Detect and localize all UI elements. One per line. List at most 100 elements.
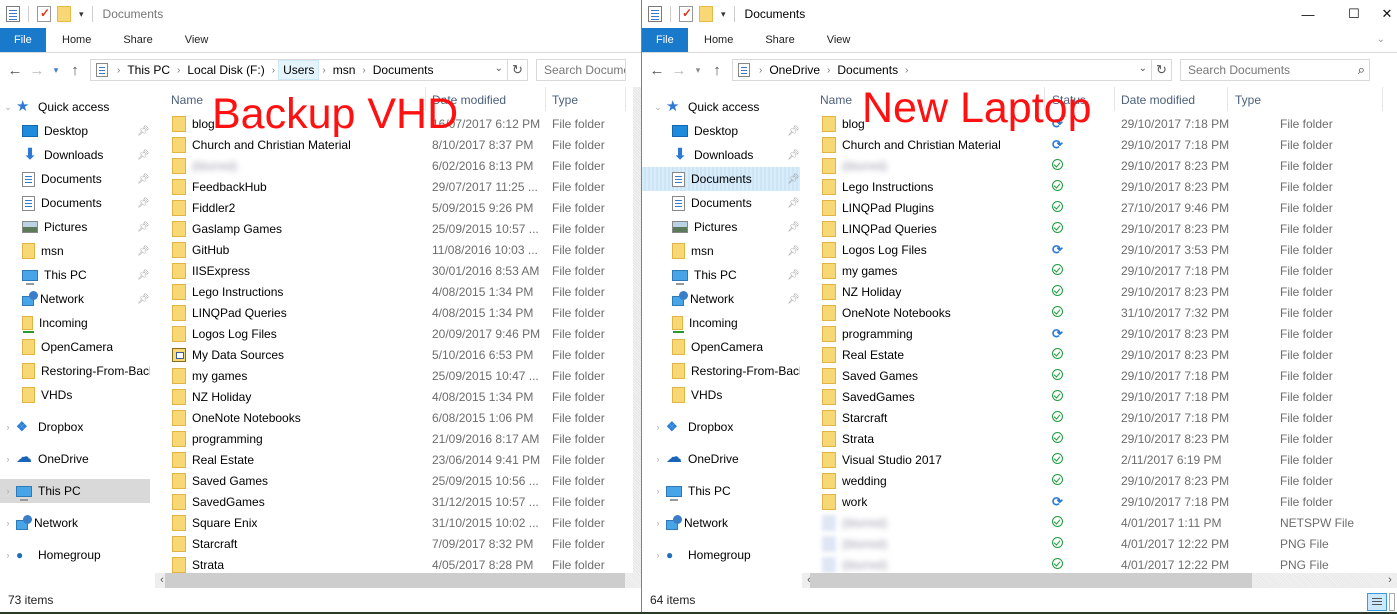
up-arrow-icon[interactable]: ↑	[64, 62, 86, 79]
pin-icon[interactable]: 📌︎	[137, 294, 150, 305]
back-arrow-icon[interactable]: ←	[646, 62, 668, 79]
file-row[interactable]: (blurred) 4/01/2017 12:22 PM PNG File	[812, 533, 1397, 554]
file-row[interactable]: FeedbackHub 29/07/2017 11:25 ... File fo…	[160, 176, 641, 197]
file-row[interactable]: Saved Games 25/09/2015 10:56 ... File fo…	[160, 470, 641, 491]
breadcrumb-separator[interactable]: ›	[269, 65, 278, 76]
horizontal-scrollbar[interactable]: ‹	[155, 573, 641, 588]
column-divider[interactable]	[1044, 87, 1045, 111]
file-row[interactable]: Church and Christian Material 8/10/2017 …	[160, 134, 641, 155]
tab-share[interactable]: Share	[749, 28, 810, 52]
address-bar[interactable]: › This PC › Local Disk (F:) › Users › ms…	[90, 59, 528, 81]
sidebar-item-documents[interactable]: Documents 📌︎	[642, 191, 800, 215]
pin-icon[interactable]: 📌︎	[787, 198, 800, 209]
file-row[interactable]: NZ Holiday 4/08/2015 1:34 PM File folder	[160, 386, 641, 407]
tab-file[interactable]: File	[0, 28, 46, 52]
column-type[interactable]: Type	[1235, 93, 1261, 107]
breadcrumb-separator[interactable]: ›	[824, 65, 833, 76]
breadcrumb-separator[interactable]: ›	[359, 65, 368, 76]
file-row[interactable]: work ⟳ 29/10/2017 7:18 PM File folder	[812, 491, 1397, 512]
file-row[interactable]: (blurred) 4/01/2017 1:11 PM NETSPW File	[812, 512, 1397, 533]
breadcrumb-documents[interactable]: Documents	[369, 60, 438, 80]
vertical-scrollbar[interactable]	[633, 87, 641, 587]
sidebar-item-vhds[interactable]: VHDs	[642, 383, 800, 407]
breadcrumb-separator[interactable]: ›	[756, 65, 765, 76]
refresh-icon[interactable]: ↻	[507, 60, 527, 80]
file-row[interactable]: my games 29/10/2017 7:18 PM File folder	[812, 260, 1397, 281]
pin-icon[interactable]: 📌︎	[137, 198, 150, 209]
column-date-modified[interactable]: Date modified	[432, 93, 506, 107]
expand-chevron-icon[interactable]: ›	[0, 550, 16, 560]
checkmark-icon[interactable]	[37, 6, 51, 22]
sidebar-item-this-pc[interactable]: This PC 📌︎	[0, 263, 150, 287]
sidebar-item-pictures[interactable]: Pictures 📌︎	[642, 215, 800, 239]
sidebar-item-downloads[interactable]: ⬇ Downloads 📌︎	[642, 143, 800, 167]
file-row[interactable]: Church and Christian Material ⟳ 29/10/20…	[812, 134, 1397, 155]
column-name[interactable]: Name	[171, 93, 203, 107]
column-status[interactable]: Status	[1052, 93, 1086, 107]
sidebar-item-network[interactable]: › Network	[642, 511, 800, 535]
sidebar-item-msn[interactable]: msn 📌︎	[0, 239, 150, 263]
pin-icon[interactable]: 📌︎	[137, 126, 150, 137]
file-row[interactable]: blog 16/07/2017 6:12 PM File folder	[160, 113, 641, 134]
file-row[interactable]: Saved Games 29/10/2017 7:18 PM File fold…	[812, 365, 1397, 386]
file-row[interactable]: (blurred) 4/01/2017 12:22 PM PNG File	[812, 554, 1397, 575]
back-arrow-icon[interactable]: ←	[4, 62, 26, 79]
navigation-pane[interactable]: ⌄ ★ Quick access Desktop 📌︎ ⬇ Downloads …	[642, 87, 800, 588]
column-divider[interactable]	[625, 87, 626, 111]
customize-toolbar-dropdown-icon[interactable]: ▾	[79, 9, 84, 20]
file-row[interactable]: SavedGames 29/10/2017 7:18 PM File folde…	[812, 386, 1397, 407]
file-row[interactable]: My Data Sources 5/10/2016 6:53 PM File f…	[160, 344, 641, 365]
file-row[interactable]: programming ⟳ 29/10/2017 8:23 PM File fo…	[812, 323, 1397, 344]
file-row[interactable]: Lego Instructions 4/08/2015 1:34 PM File…	[160, 281, 641, 302]
sidebar-item-onedrive[interactable]: › ☁ OneDrive	[0, 447, 150, 471]
file-row[interactable]: Real Estate 29/10/2017 8:23 PM File fold…	[812, 344, 1397, 365]
file-row[interactable]: Strata 4/05/2017 8:28 PM File folder	[160, 554, 641, 575]
file-row[interactable]: programming 21/09/2016 8:17 AM File fold…	[160, 428, 641, 449]
properties-icon[interactable]	[648, 6, 662, 22]
pin-icon[interactable]: 📌︎	[137, 246, 150, 257]
sidebar-item-incoming[interactable]: Incoming	[642, 311, 800, 335]
sidebar-item-restoring-from-backup[interactable]: Restoring-From-Backup	[0, 359, 150, 383]
sidebar-item-pictures[interactable]: Pictures 📌︎	[0, 215, 150, 239]
file-row[interactable]: OneNote Notebooks 31/10/2017 7:32 PM Fil…	[812, 302, 1397, 323]
collapse-chevron-icon[interactable]: ⌄	[650, 102, 666, 113]
pin-icon[interactable]: 📌︎	[787, 174, 800, 185]
breadcrumb-local-disk[interactable]: Local Disk (F:)	[183, 60, 268, 80]
expand-chevron-icon[interactable]: ›	[0, 486, 16, 496]
recent-locations-chevron-icon[interactable]: ▾	[690, 65, 706, 76]
sidebar-item-opencamera[interactable]: OpenCamera	[642, 335, 800, 359]
breadcrumb-users[interactable]: Users	[278, 60, 320, 80]
forward-arrow-icon[interactable]: →	[668, 62, 690, 79]
sidebar-item-this-pc[interactable]: › This PC	[642, 479, 800, 503]
checkmark-icon[interactable]	[679, 6, 693, 22]
scrollbar-thumb[interactable]	[165, 573, 625, 588]
breadcrumb-onedrive[interactable]: OneDrive	[765, 60, 824, 80]
up-arrow-icon[interactable]: ↑	[706, 62, 728, 79]
file-row[interactable]: LINQPad Queries 29/10/2017 8:23 PM File …	[812, 218, 1397, 239]
file-row[interactable]: (blurred) 29/10/2017 8:23 PM File folder	[812, 155, 1397, 176]
column-divider[interactable]	[1227, 87, 1228, 111]
sidebar-item-documents[interactable]: Documents 📌︎	[642, 167, 800, 191]
tab-home[interactable]: Home	[46, 28, 107, 52]
expand-ribbon-chevron-icon[interactable]: ⌄	[1377, 34, 1385, 45]
collapse-chevron-icon[interactable]: ⌄	[0, 102, 16, 113]
pin-icon[interactable]: 📌︎	[137, 270, 150, 281]
pin-icon[interactable]: 📌︎	[787, 270, 800, 281]
sidebar-item-dropbox[interactable]: › ❖ Dropbox	[0, 415, 150, 439]
file-row[interactable]: IISExpress 30/01/2016 8:53 AM File folde…	[160, 260, 641, 281]
sidebar-item-vhds[interactable]: VHDs	[0, 383, 150, 407]
scrollbar-thumb[interactable]	[810, 573, 1252, 588]
sidebar-item-msn[interactable]: msn 📌︎	[642, 239, 800, 263]
file-row[interactable]: Logos Log Files 20/09/2017 9:46 PM File …	[160, 323, 641, 344]
pin-icon[interactable]: 📌︎	[787, 150, 800, 161]
file-row[interactable]: LINQPad Plugins 27/10/2017 9:46 PM File …	[812, 197, 1397, 218]
recent-locations-chevron-icon[interactable]: ▾	[48, 65, 64, 76]
sidebar-item-downloads[interactable]: ⬇ Downloads 📌︎	[0, 143, 150, 167]
search-icon[interactable]: ⌕	[1358, 62, 1365, 78]
sidebar-item-desktop[interactable]: Desktop 📌︎	[0, 119, 150, 143]
properties-icon[interactable]	[6, 6, 20, 22]
navigation-pane[interactable]: ⌄ ★ Quick access Desktop 📌︎ ⬇ Downloads …	[0, 87, 150, 588]
file-row[interactable]: wedding 29/10/2017 8:23 PM File folder	[812, 470, 1397, 491]
expand-chevron-icon[interactable]: ›	[650, 550, 666, 560]
file-row[interactable]: Lego Instructions 29/10/2017 8:23 PM Fil…	[812, 176, 1397, 197]
